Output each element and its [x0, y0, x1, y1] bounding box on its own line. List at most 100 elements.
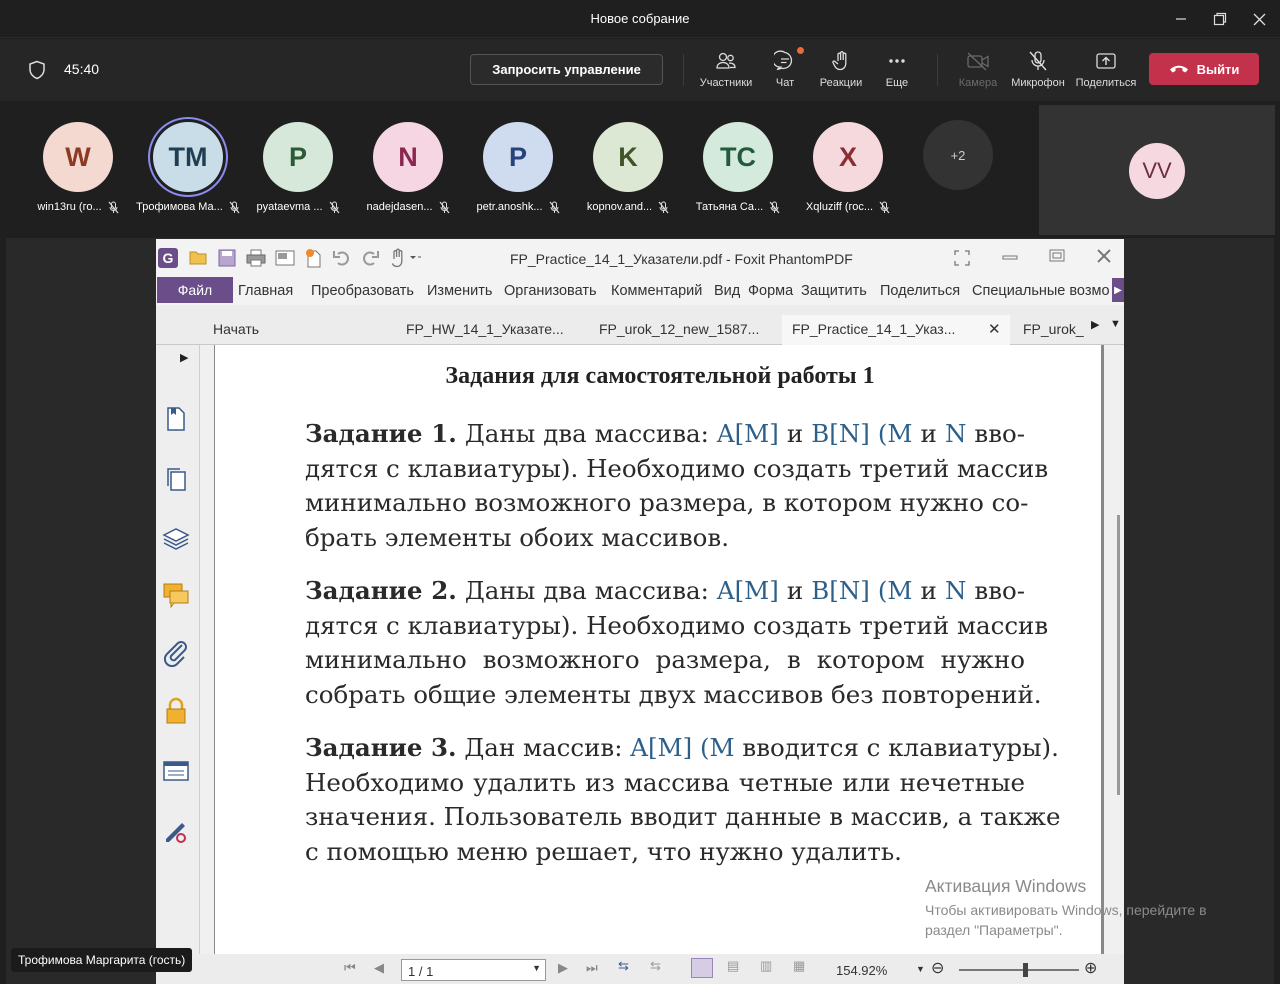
new-document-icon[interactable] [304, 248, 324, 268]
restore-icon [1213, 12, 1227, 26]
muted-mic-icon [329, 201, 339, 214]
zoom-out-icon[interactable]: ⊖ [931, 958, 944, 978]
chat-button[interactable]: Чат [768, 47, 804, 93]
menu-comment[interactable]: Комментарий [611, 283, 702, 299]
reactions-button[interactable]: Реакции [817, 49, 865, 93]
first-page-icon[interactable]: ⏮ [344, 960, 356, 976]
previous-view-icon[interactable]: ⇆ [618, 958, 629, 974]
menu-protect[interactable]: Защитить [801, 283, 867, 299]
zoom-in-icon[interactable]: ⊕ [1084, 958, 1097, 978]
tab-urok12[interactable]: FP_urok_12_new_1587... [599, 315, 779, 345]
request-control-button[interactable]: Запросить управление [470, 54, 663, 85]
self-avatar: VV [1129, 143, 1185, 199]
microphone-button[interactable]: Микрофон [1009, 49, 1067, 93]
task-text: собрать общие элементы двух массивов без… [305, 679, 1042, 709]
task-text: дятся с клавиатуры). Необходимо создать … [305, 453, 1049, 483]
meeting-timer: 45:40 [64, 61, 100, 77]
menu-view[interactable]: Вид [714, 283, 740, 299]
menu-share[interactable]: Поделиться [880, 283, 960, 299]
close-icon [1253, 13, 1265, 25]
minimize-button[interactable] [1169, 8, 1193, 30]
menu-convert[interactable]: Преобразовать [311, 283, 414, 299]
comments-icon[interactable] [162, 581, 190, 609]
leave-label: Выйти [1196, 61, 1240, 77]
file-menu[interactable]: Файл [157, 277, 233, 303]
task-text: Даны два массива: A[M] и B[N] (M и N вво… [464, 419, 1026, 448]
next-view-icon[interactable]: ⇆ [650, 958, 661, 974]
more-participants-button[interactable]: +2 [923, 120, 993, 190]
leave-button[interactable]: Выйти [1149, 53, 1259, 85]
last-page-icon[interactable]: ⏭ [586, 960, 598, 976]
participant-tile[interactable]: Ppyataevma ... [243, 122, 353, 214]
menu-accessibility[interactable]: Специальные возмо [972, 283, 1112, 299]
tab-hw[interactable]: FP_HW_14_1_Указате... [406, 315, 586, 345]
ribbon-scroll-right[interactable]: ▶ [1112, 278, 1124, 302]
menu-home[interactable]: Главная [238, 283, 293, 299]
next-page-icon[interactable]: ▶ [558, 960, 568, 976]
menu-organize[interactable]: Организовать [504, 283, 597, 299]
attachment-icon[interactable] [162, 639, 190, 667]
hand-tool-icon[interactable] [390, 248, 422, 268]
task-text: дятся с клавиатуры). Необходимо создать … [305, 610, 1049, 640]
more-actions-button[interactable]: Еще [881, 49, 913, 93]
hang-up-icon [1169, 65, 1188, 73]
tab-urok[interactable]: FP_urok_ [1023, 315, 1085, 345]
prev-page-icon[interactable]: ◀ [374, 960, 384, 976]
tab-close-icon[interactable]: ✕ [988, 320, 1001, 338]
window-title: Новое собрание [590, 11, 690, 26]
participant-avatar: TM [153, 122, 223, 192]
tabs-scroll-right-icon[interactable]: ▶ [1091, 318, 1099, 331]
print-icon[interactable] [246, 249, 266, 267]
tab-start[interactable]: Начать [213, 315, 393, 345]
participant-name-row: pyataevma ... [243, 201, 353, 214]
screenshot-icon[interactable] [275, 250, 295, 266]
close-window-button[interactable] [1247, 8, 1271, 30]
undo-icon[interactable] [332, 250, 352, 266]
foxit-restore-icon[interactable] [1049, 249, 1065, 263]
zoom-value[interactable]: 154.92% [836, 963, 887, 978]
redo-icon[interactable] [360, 250, 380, 266]
open-folder-icon[interactable] [189, 249, 209, 267]
lock-icon[interactable] [162, 697, 190, 725]
participants-button[interactable]: Участники [698, 49, 754, 93]
chat-icon [774, 50, 793, 71]
participant-tile[interactable]: Kkopnov.and... [573, 122, 683, 214]
participant-tile[interactable]: TM Трофимова Ма... [133, 122, 243, 214]
continuous-page-icon[interactable]: ▤ [727, 958, 739, 974]
layers-icon[interactable] [162, 523, 190, 551]
foxit-minimize-icon[interactable] [1002, 251, 1018, 263]
participant-tile[interactable]: Wwin13ru (го... [23, 122, 133, 214]
tabs-dropdown-icon[interactable]: ▼ [1110, 318, 1121, 330]
facing-page-icon[interactable]: ▥ [760, 958, 772, 974]
menu-form[interactable]: Форма [748, 283, 793, 299]
participant-tile[interactable]: TC Татьяна Са... [683, 122, 793, 214]
participant-name-row: petr.anoshk... [463, 201, 573, 214]
form-fields-icon[interactable] [162, 757, 190, 785]
share-button[interactable]: Поделиться [1075, 49, 1137, 93]
page-number-field[interactable]: 1 / 1 ▼ [401, 959, 546, 981]
muted-mic-icon [769, 201, 780, 214]
vertical-scrollbar[interactable] [1111, 345, 1124, 954]
tab-practice-active[interactable]: FP_Practice_14_1_Указ... ✕ [782, 315, 1010, 345]
zoom-slider[interactable] [959, 969, 1079, 971]
fullscreen-icon[interactable] [954, 250, 970, 266]
participant-tile[interactable]: X Xqluziff (гос... [793, 122, 903, 214]
zoom-slider-thumb[interactable] [1023, 963, 1028, 977]
save-icon[interactable] [218, 249, 236, 267]
muted-mic-icon [879, 201, 890, 214]
sidebar-expand-icon[interactable]: ▶ [180, 351, 188, 364]
participant-tile[interactable]: Nnadejdasen... [353, 122, 463, 214]
muted-mic-icon [439, 201, 449, 214]
pages-thumbnail-icon[interactable] [162, 465, 190, 493]
restore-button[interactable] [1208, 8, 1232, 30]
signature-icon[interactable] [162, 817, 190, 845]
continuous-facing-icon[interactable]: ▦ [793, 958, 805, 974]
bookmark-page-icon[interactable] [162, 405, 190, 433]
single-page-icon[interactable] [691, 958, 713, 978]
participant-tile[interactable]: Ppetr.anoshk... [463, 122, 573, 214]
menu-edit[interactable]: Изменить [427, 283, 492, 299]
zoom-dropdown-icon[interactable]: ▼ [916, 964, 925, 974]
foxit-close-icon[interactable] [1096, 249, 1112, 263]
camera-button[interactable]: Камера [956, 49, 1000, 93]
share-label: Поделиться [1075, 77, 1137, 89]
